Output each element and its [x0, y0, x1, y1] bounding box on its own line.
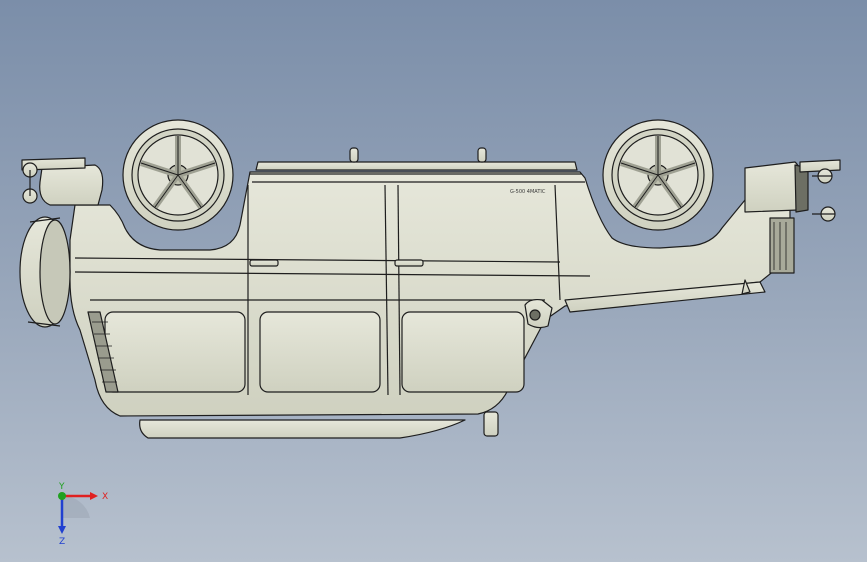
- roof-rail: [255, 161, 578, 171]
- rear-wheel: [122, 119, 234, 231]
- body-badge: G-500 4MATIC: [510, 189, 546, 195]
- window-2: [259, 311, 381, 393]
- window-1: [104, 311, 246, 393]
- y-axis-label: Y: [58, 482, 65, 492]
- front-wheel: [602, 119, 714, 231]
- x-axis-label: X: [102, 492, 108, 502]
- orientation-triad: X Y Z: [58, 482, 108, 547]
- roof-panel: [139, 419, 466, 439]
- rear-pod: [39, 164, 104, 206]
- antenna-rear: [477, 147, 487, 163]
- window-3: [401, 311, 525, 393]
- z-axis-label: Z: [59, 537, 65, 547]
- graphics-viewport[interactable]: G-500 4MATIC X Y Z: [0, 0, 867, 562]
- grab-handle: [483, 411, 499, 437]
- vehicle-model-view[interactable]: G-500 4MATIC: [0, 0, 867, 562]
- door-handle-front: [249, 259, 279, 267]
- front-pod: [744, 161, 802, 213]
- door-handle-rear: [394, 259, 424, 267]
- antenna-front: [349, 147, 359, 163]
